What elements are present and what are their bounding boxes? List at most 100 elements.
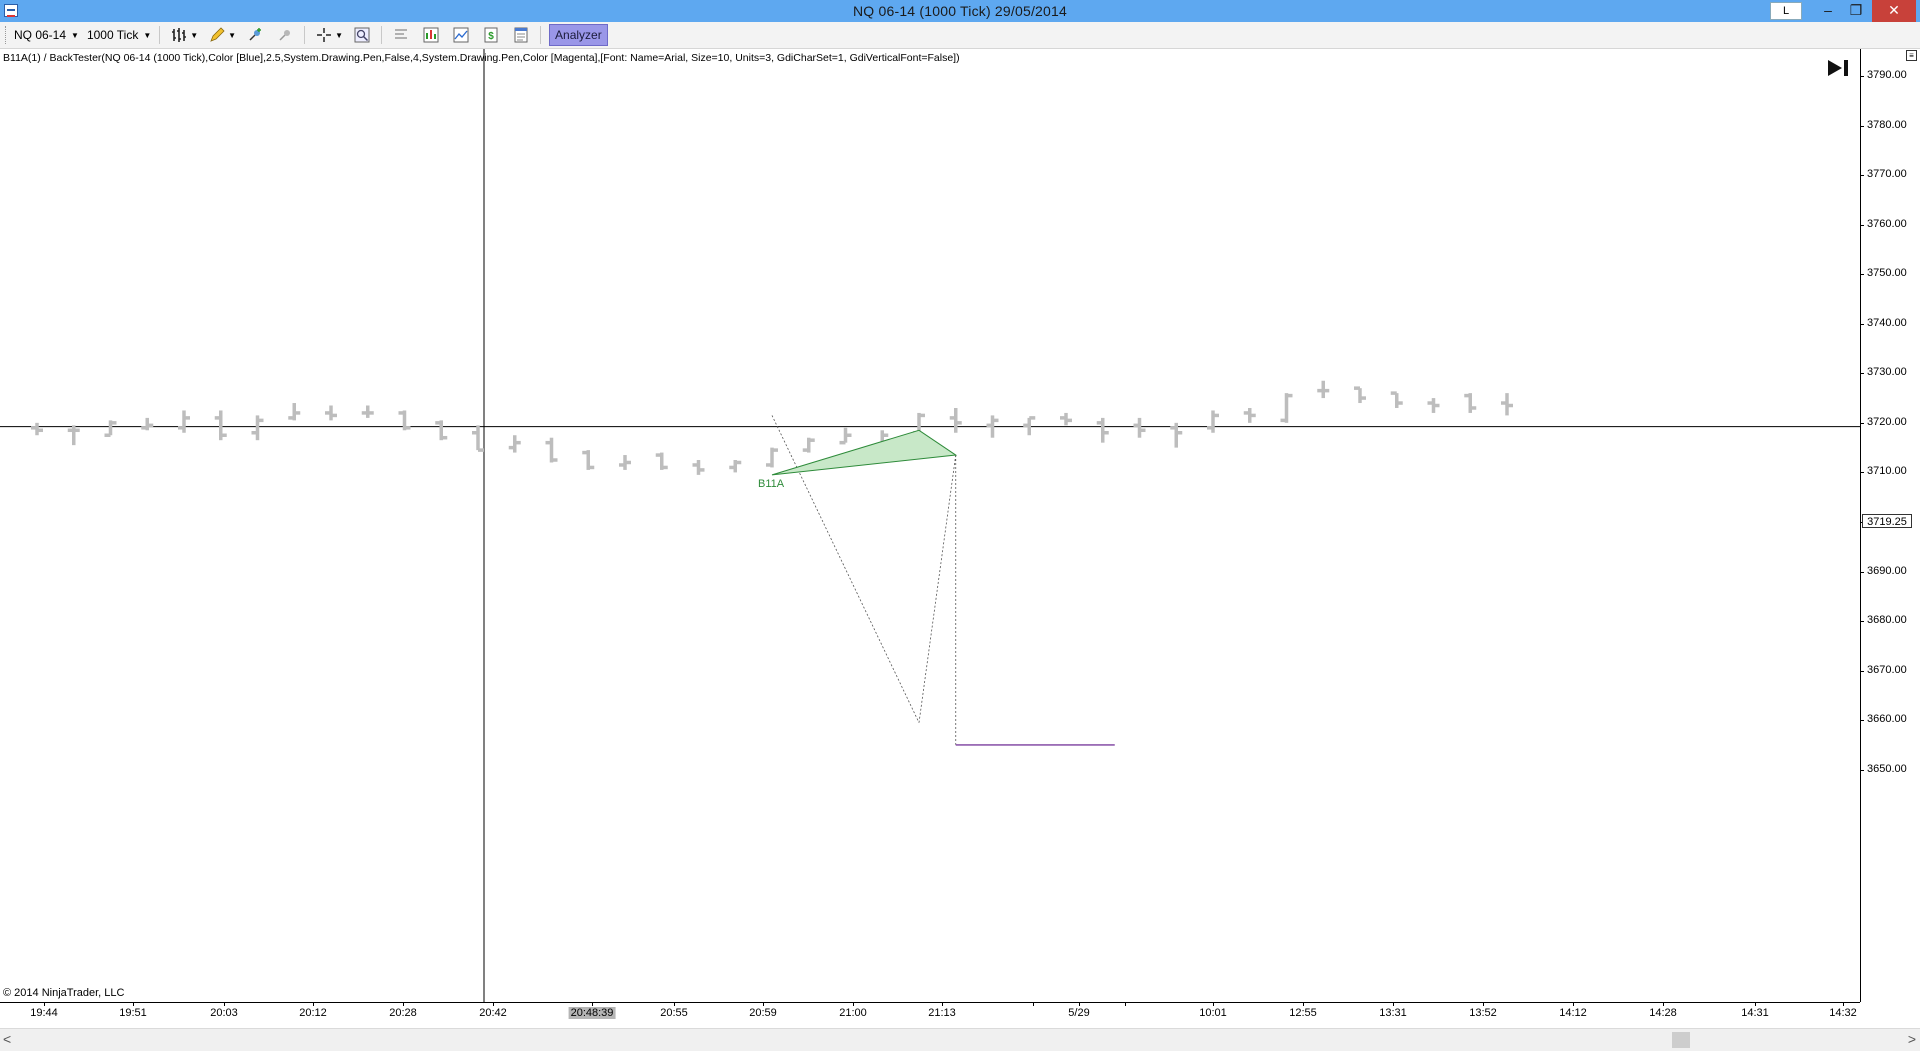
x-tick-mark bbox=[1079, 1002, 1080, 1006]
scroll-right-button[interactable]: > bbox=[1908, 1031, 1916, 1047]
x-tick-mark bbox=[313, 1002, 314, 1006]
properties-icon bbox=[395, 29, 408, 39]
y-tick-mark bbox=[1860, 125, 1864, 127]
x-tick-mark bbox=[1755, 1002, 1756, 1006]
strategies-button[interactable]: $ bbox=[476, 24, 506, 46]
zoom-icon bbox=[354, 27, 370, 43]
y-tick-label: 3770.00 bbox=[1867, 168, 1907, 181]
window-title: NQ 06-14 (1000 Tick) 29/05/2014 bbox=[853, 3, 1067, 19]
chevron-down-icon: ▼ bbox=[71, 30, 79, 40]
y-tick-label: 3680.00 bbox=[1867, 614, 1907, 627]
chevron-down-icon: ▼ bbox=[190, 30, 199, 40]
x-tick-label: 13:31 bbox=[1379, 1007, 1407, 1019]
bar-type-button[interactable]: ▼ bbox=[164, 24, 202, 46]
l-button[interactable]: L bbox=[1770, 2, 1802, 20]
y-tick-label: 3650.00 bbox=[1867, 762, 1907, 775]
indicators-button[interactable] bbox=[446, 24, 476, 46]
signal-triangle bbox=[771, 429, 958, 476]
x-tick-mark bbox=[403, 1002, 404, 1006]
bar-type-icon bbox=[172, 28, 187, 42]
x-tick-label: 20:28 bbox=[389, 1007, 417, 1019]
y-tick-label: 3780.00 bbox=[1867, 118, 1907, 131]
x-tick-mark bbox=[763, 1002, 764, 1006]
chevron-down-icon: ▼ bbox=[228, 30, 237, 40]
chart-style-button[interactable] bbox=[416, 24, 446, 46]
instrument-selector[interactable]: NQ 06-14 ▼ bbox=[10, 24, 83, 46]
x-tick-mark bbox=[1483, 1002, 1484, 1006]
crosshair-button[interactable]: ▼ bbox=[309, 24, 347, 46]
chart-panel[interactable]: B11A bbox=[0, 49, 1860, 1002]
y-tick-mark bbox=[1860, 76, 1864, 77]
y-tick-mark bbox=[1860, 274, 1864, 276]
chevron-down-icon: ▼ bbox=[143, 30, 152, 40]
y-tick-mark bbox=[1860, 373, 1864, 375]
restore-button[interactable]: ❐ bbox=[1842, 0, 1870, 22]
interval-selector[interactable]: 1000 Tick ▼ bbox=[83, 24, 155, 46]
x-tick-label: 20:12 bbox=[299, 1007, 327, 1019]
toolbar-grip bbox=[5, 26, 6, 44]
indicator-label: B11A(1) / BackTester(NQ 06-14 (1000 Tick… bbox=[3, 52, 960, 64]
y-tick-mark bbox=[1860, 323, 1864, 325]
scroll-thumb[interactable] bbox=[1672, 1032, 1690, 1048]
toolbar-divider bbox=[381, 26, 383, 44]
toolbar-divider bbox=[540, 26, 542, 44]
copyright-text: © 2014 NinjaTrader, LLC bbox=[3, 987, 125, 999]
x-tick-label: 14:12 bbox=[1559, 1007, 1587, 1019]
dashed-trade-line bbox=[918, 455, 957, 723]
scroll-to-end-icon[interactable] bbox=[1826, 58, 1850, 78]
interval-label: 1000 Tick bbox=[86, 28, 139, 42]
chart-style-icon bbox=[423, 27, 439, 43]
x-tick-mark bbox=[493, 1002, 494, 1006]
toolbar-divider bbox=[159, 26, 161, 44]
horizontal-scrollbar[interactable]: < > bbox=[0, 1028, 1920, 1051]
x-tick-label: 10:01 bbox=[1199, 1007, 1227, 1019]
x-tick-mark bbox=[1033, 1002, 1034, 1006]
title-bar: NQ 06-14 (1000 Tick) 29/05/2014 L – ❐ ✕ bbox=[0, 0, 1920, 22]
x-tick-label: 20:42 bbox=[479, 1007, 507, 1019]
close-button[interactable]: ✕ bbox=[1872, 0, 1916, 22]
x-tick-mark bbox=[942, 1002, 943, 1006]
y-tick-label: 3720.00 bbox=[1867, 415, 1907, 428]
x-tick-label: 13:52 bbox=[1469, 1007, 1497, 1019]
y-tick-label: 3660.00 bbox=[1867, 713, 1907, 726]
y-tick-mark bbox=[1860, 670, 1864, 672]
y-tick-label: 3710.00 bbox=[1867, 465, 1907, 478]
y-tick-mark bbox=[1860, 571, 1864, 573]
properties-button[interactable] bbox=[386, 24, 416, 46]
y-tick-mark bbox=[1860, 621, 1864, 623]
pin-button[interactable] bbox=[270, 24, 300, 46]
toolbar: NQ 06-14 ▼ 1000 Tick ▼ ▼ ▼ ▼ $ Analyzer bbox=[0, 22, 1920, 49]
svg-text:$: $ bbox=[488, 31, 494, 42]
indicators-icon bbox=[453, 27, 469, 43]
analyzer-button[interactable]: Analyzer bbox=[549, 24, 608, 46]
minimize-button[interactable]: – bbox=[1814, 0, 1842, 22]
x-tick-mark bbox=[1663, 1002, 1664, 1006]
x-tick-label: 14:32 bbox=[1829, 1007, 1857, 1019]
add-marker-button[interactable] bbox=[240, 24, 270, 46]
data-box-button[interactable] bbox=[506, 24, 536, 46]
chart-canvas[interactable]: B11A bbox=[0, 49, 1860, 1002]
app-icon[interactable] bbox=[4, 4, 18, 17]
x-tick-label: 19:44 bbox=[30, 1007, 58, 1019]
x-tick-mark bbox=[1125, 1002, 1126, 1006]
x-tick-mark bbox=[133, 1002, 134, 1006]
x-tick-mark bbox=[1303, 1002, 1304, 1006]
x-tick-label: 5/29 bbox=[1068, 1007, 1090, 1019]
scroll-left-button[interactable]: < bbox=[3, 1031, 11, 1047]
crosshair-icon bbox=[317, 28, 332, 42]
y-tick-mark bbox=[1860, 472, 1864, 474]
y-tick-label: 3750.00 bbox=[1867, 267, 1907, 280]
y-tick-label: 3690.00 bbox=[1867, 564, 1907, 577]
x-tick-mark bbox=[44, 1002, 45, 1006]
y-tick-label: 3760.00 bbox=[1867, 217, 1907, 230]
x-tick-mark bbox=[224, 1002, 225, 1006]
strategies-icon: $ bbox=[484, 27, 498, 43]
x-tick-mark bbox=[592, 1002, 593, 1006]
y-tick-label: 3670.00 bbox=[1867, 663, 1907, 676]
draw-tool-button[interactable]: ▼ bbox=[202, 24, 240, 46]
zoom-button[interactable] bbox=[347, 24, 377, 46]
x-tick-mark bbox=[1393, 1002, 1394, 1006]
data-box-icon bbox=[514, 27, 528, 43]
x-tick-mark bbox=[853, 1002, 854, 1006]
x-tick-label: 19:51 bbox=[119, 1007, 147, 1019]
